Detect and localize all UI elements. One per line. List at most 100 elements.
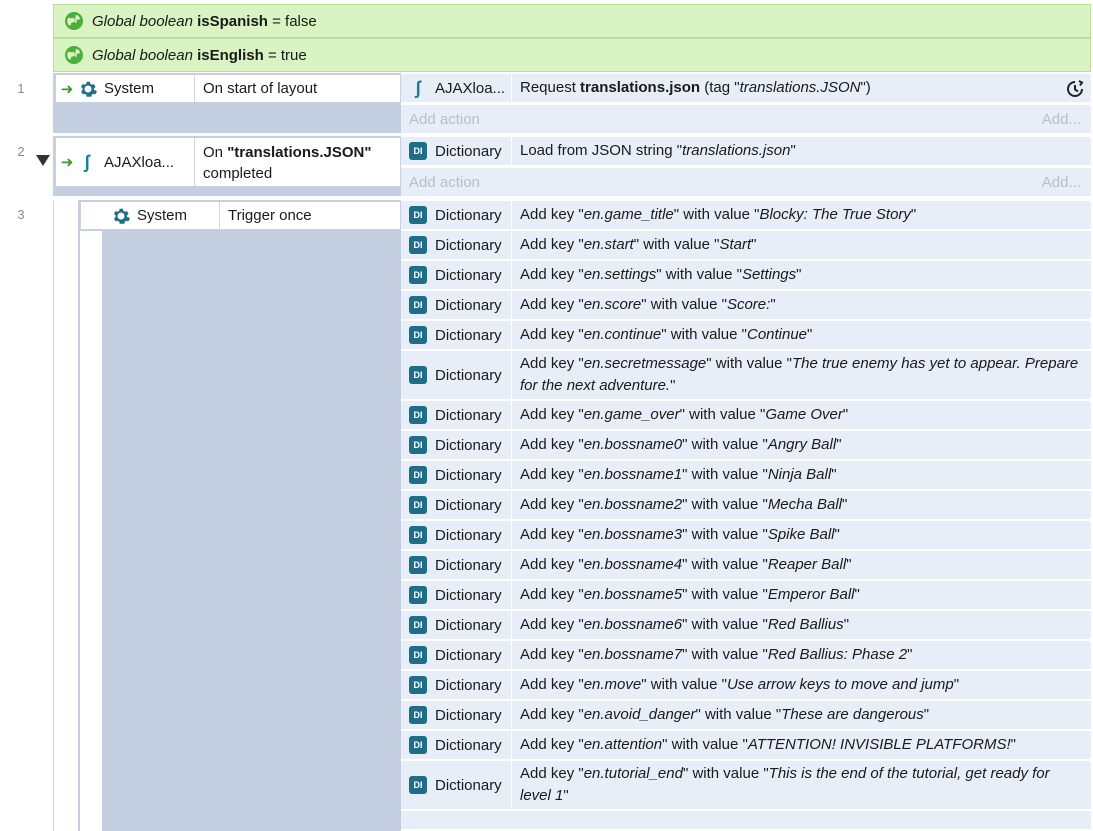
action-row[interactable]: DI Dictionary Add key "en.bossname0" with … bbox=[401, 431, 1091, 461]
event-1-action[interactable]: ʃ AJAXloa... Request translations.json (… bbox=[401, 74, 1091, 104]
action-row[interactable]: DI Dictionary Add key "en.score" with valu… bbox=[401, 291, 1091, 321]
action-object: DI Dictionary bbox=[401, 431, 512, 459]
event-2-condition[interactable]: ➜ ʃ AJAXloa... On "translations.JSON" co… bbox=[55, 137, 401, 187]
action-row[interactable]: DI Dictionary Add key "en.avoid_danger" wi… bbox=[401, 701, 1091, 731]
action-object: DI Dictionary bbox=[401, 641, 512, 669]
event-3-condition[interactable]: System Trigger once bbox=[80, 201, 401, 230]
action-description: Load from JSON string " translations.json… bbox=[512, 137, 1091, 165]
action-row[interactable]: DI Dictionary Add key "en.game_over" with … bbox=[401, 401, 1091, 431]
action-row[interactable]: DI Dictionary Add key "en.bossname1" with … bbox=[401, 461, 1091, 491]
action-object-label: Dictionary bbox=[435, 466, 502, 484]
collapse-toggle-icon[interactable] bbox=[36, 155, 50, 166]
dictionary-icon: DI bbox=[409, 676, 427, 694]
action-object: DI Dictionary bbox=[401, 401, 512, 429]
action-key: en.tutorial_end bbox=[583, 765, 683, 782]
action-key: en.move bbox=[583, 676, 642, 693]
action-key: en.bossname2 bbox=[583, 496, 683, 513]
dictionary-icon: DI bbox=[409, 646, 427, 664]
action-param: translations.json bbox=[682, 142, 791, 159]
action-value: These are dangerous bbox=[781, 706, 924, 723]
action-value: Reaper Ball bbox=[767, 556, 847, 573]
with-value-label: with value bbox=[691, 466, 759, 483]
event-3-condition-block[interactable] bbox=[78, 200, 401, 831]
add-action-short[interactable]: Add... bbox=[1042, 174, 1081, 191]
action-value: Start bbox=[719, 236, 752, 253]
action-description: Add key "en.bossname7" with value "Red B… bbox=[520, 646, 913, 663]
action-object: DI Dictionary bbox=[401, 731, 512, 759]
global-variable-isEnglish[interactable]: Global boolean isEnglish = true bbox=[53, 38, 1091, 72]
action-key: en.score bbox=[583, 296, 642, 313]
action-object-label: Dictionary bbox=[435, 616, 502, 634]
add-action-link[interactable]: Add action bbox=[409, 111, 480, 128]
action-row-partial[interactable] bbox=[401, 811, 1091, 831]
global-value: = false bbox=[272, 12, 317, 30]
action-value: Settings bbox=[741, 266, 797, 283]
action-key: en.bossname5 bbox=[583, 586, 683, 603]
action-row[interactable]: DI Dictionary Add key "en.bossname2" with … bbox=[401, 491, 1091, 521]
dictionary-icon: DI bbox=[409, 236, 427, 254]
trigger-arrow-icon: ➜ bbox=[60, 154, 74, 171]
action-object-label: Dictionary bbox=[435, 266, 502, 284]
add-key-label: Add key bbox=[520, 436, 575, 453]
action-description: Add key "en.settings" with value "Settin… bbox=[520, 266, 802, 283]
add-action-link[interactable]: Add action bbox=[409, 174, 480, 191]
action-text: ") bbox=[860, 79, 871, 96]
action-object: DI Dictionary bbox=[401, 201, 512, 229]
action-description: Add key "en.secretmessage" with value "T… bbox=[520, 355, 1079, 394]
condition-object-label: System bbox=[137, 207, 188, 224]
action-row[interactable]: DI Dictionary Add key "en.bossname6" with … bbox=[401, 611, 1091, 641]
action-object-label: Dictionary bbox=[435, 406, 502, 424]
condition-object-label: System bbox=[104, 80, 155, 97]
action-object-label: Dictionary bbox=[435, 706, 502, 724]
action-description: Add key "en.game_over" with value "Game … bbox=[520, 406, 849, 423]
dictionary-icon: DI bbox=[409, 436, 427, 454]
add-key-label: Add key bbox=[520, 236, 575, 253]
row-number-3: 3 bbox=[17, 207, 25, 222]
with-value-label: with value bbox=[683, 206, 750, 223]
action-object-label: Dictionary bbox=[435, 526, 502, 544]
action-description: Add key "en.bossname6" with value "Red B… bbox=[520, 616, 850, 633]
action-description: Add key "en.bossname1" with value "Ninja… bbox=[520, 466, 837, 483]
action-object: DI Dictionary bbox=[401, 611, 512, 639]
gear-icon bbox=[81, 81, 97, 97]
with-value-label: with value bbox=[692, 765, 760, 782]
action-row[interactable]: DI Dictionary Add key "en.bossname4" with … bbox=[401, 551, 1091, 581]
add-action-short[interactable]: Add... bbox=[1042, 111, 1081, 128]
action-row[interactable]: DI Dictionary Add key "en.continue" with v… bbox=[401, 321, 1091, 351]
with-value-label: with value bbox=[650, 676, 718, 693]
action-row[interactable]: DI Dictionary Add key "en.game_title" with… bbox=[401, 201, 1091, 231]
global-variable-isSpanish[interactable]: Global boolean isSpanish = false bbox=[53, 4, 1091, 38]
with-value-label: with value bbox=[691, 496, 759, 513]
dictionary-icon: DI bbox=[409, 776, 427, 794]
action-row[interactable]: DI Dictionary Add key "en.tutorial_end" wi… bbox=[401, 761, 1091, 811]
action-row[interactable]: DI Dictionary Add key "en.move" with value… bbox=[401, 671, 1091, 701]
action-row[interactable]: DI Dictionary Add key "en.bossname5" with … bbox=[401, 581, 1091, 611]
action-object-label: Dictionary bbox=[435, 736, 502, 754]
add-key-label: Add key bbox=[520, 526, 575, 543]
condition-object: ➜ ʃ AJAXloa... bbox=[56, 138, 195, 186]
dictionary-icon: DI bbox=[409, 406, 427, 424]
action-row[interactable]: DI Dictionary Add key "en.bossname7" with … bbox=[401, 641, 1091, 671]
action-description: Add key "en.tutorial_end" with value "Th… bbox=[520, 765, 1050, 804]
event-1-add-action[interactable]: Add action Add... bbox=[401, 105, 1091, 133]
action-object-label: Dictionary bbox=[435, 586, 502, 604]
event-2-add-action[interactable]: Add action Add... bbox=[401, 168, 1091, 196]
ajax-icon: ʃ bbox=[415, 77, 421, 98]
action-description: Add key "en.move" with value "Use arrow … bbox=[520, 676, 960, 693]
condition-text: On start of layout bbox=[203, 80, 318, 97]
event-2-action[interactable]: DI Dictionary Load from JSON string " tra… bbox=[401, 137, 1091, 167]
action-text: (tag " bbox=[704, 79, 740, 96]
event-1-condition[interactable]: ➜ System On start of layout bbox=[55, 74, 401, 103]
action-object-label: Dictionary bbox=[435, 366, 502, 384]
action-row[interactable]: DI Dictionary Add key "en.start" with valu… bbox=[401, 231, 1091, 261]
action-row[interactable]: DI Dictionary Add key "en.bossname3" with … bbox=[401, 521, 1091, 551]
action-object-label: Dictionary bbox=[435, 206, 502, 224]
action-key: en.settings bbox=[583, 266, 657, 283]
action-row[interactable]: DI Dictionary Add key "en.settings" with v… bbox=[401, 261, 1091, 291]
action-key: en.continue bbox=[583, 326, 662, 343]
action-row[interactable]: DI Dictionary Add key "en.attention" with … bbox=[401, 731, 1091, 761]
action-row[interactable]: DI Dictionary Add key "en.secretmessage" w… bbox=[401, 351, 1091, 401]
dictionary-icon: DI bbox=[409, 266, 427, 284]
gear-icon bbox=[114, 208, 130, 224]
add-key-label: Add key bbox=[520, 206, 575, 223]
